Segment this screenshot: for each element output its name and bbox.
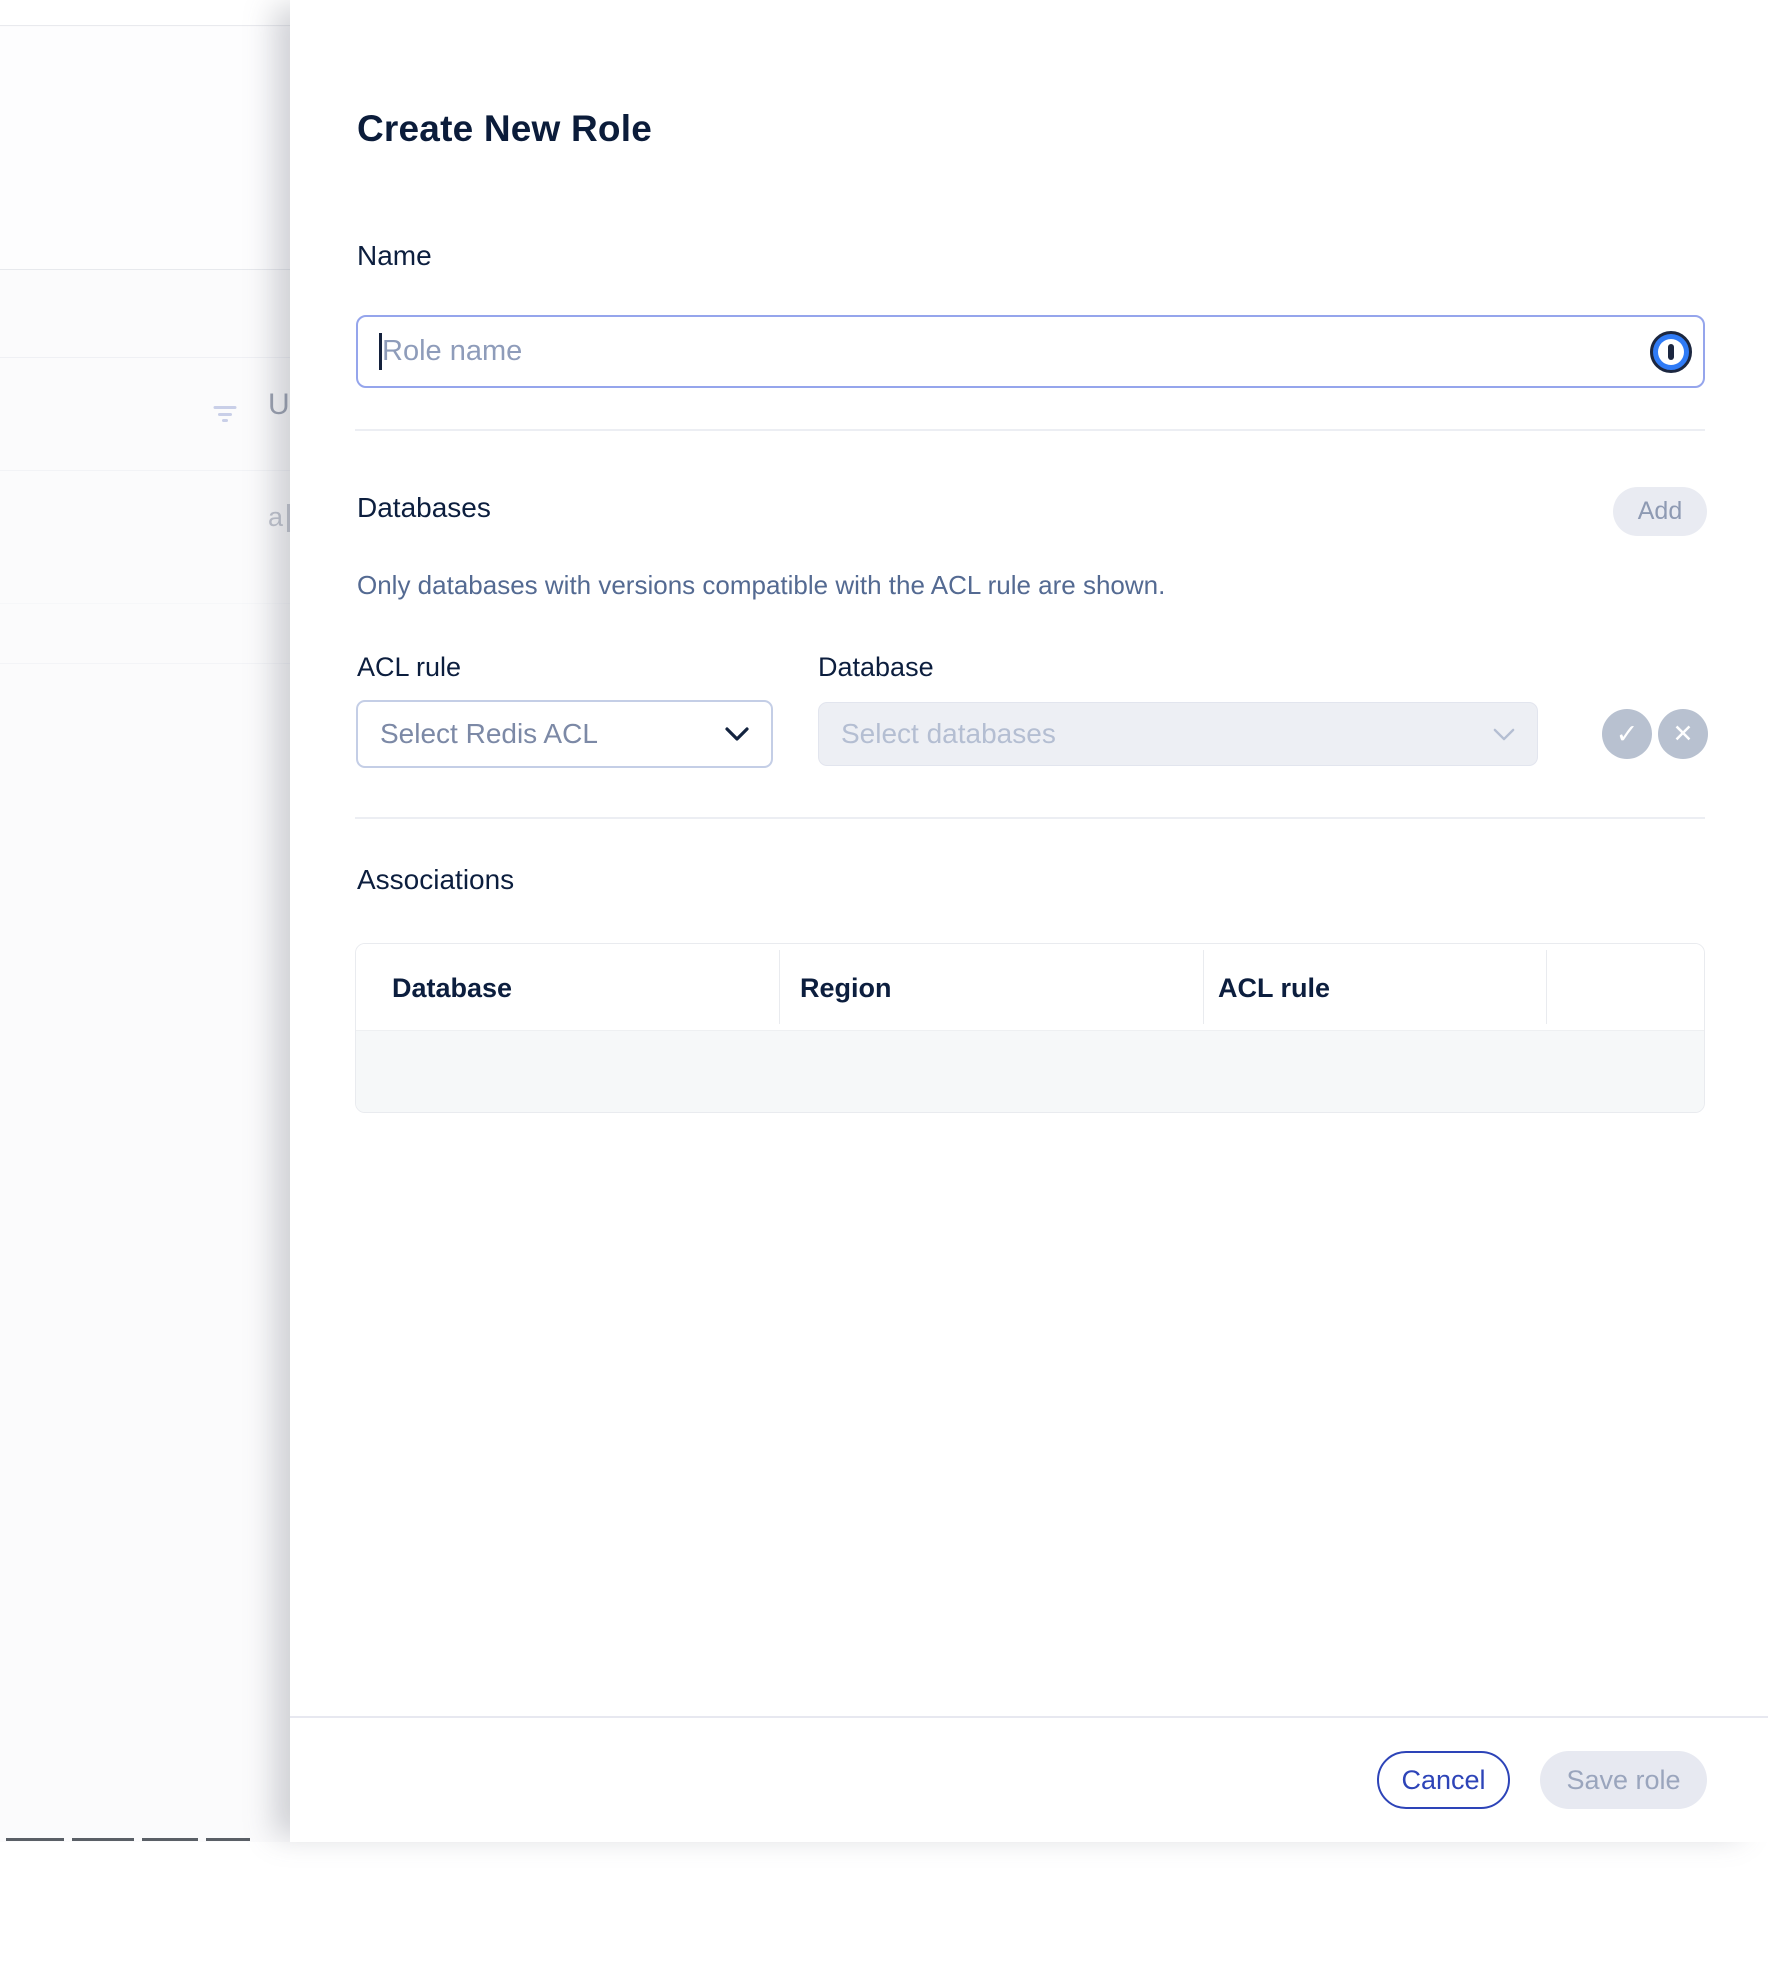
clipped-page-content: [72, 1838, 134, 1841]
save-role-button[interactable]: Save role: [1540, 1751, 1707, 1809]
clipped-page-content: [142, 1838, 198, 1841]
database-select[interactable]: Select databases: [818, 702, 1538, 766]
clipped-page-content: [206, 1838, 250, 1841]
background-row-divider: [0, 470, 290, 471]
chevron-down-icon: [1493, 728, 1515, 741]
associations-section-title: Associations: [357, 864, 514, 896]
associations-table-header: Database Region ACL rule: [356, 944, 1704, 1030]
acl-rule-label: ACL rule: [357, 652, 461, 683]
background-row-divider: [0, 357, 290, 358]
clipped-page-content: [6, 1838, 64, 1841]
create-role-drawer: Create New Role Name Databases Add Only …: [290, 0, 1768, 1842]
background-users-heading: U: [268, 390, 290, 420]
column-separator: [1546, 950, 1547, 1024]
onepassword-icon-keyhole: [1668, 344, 1674, 360]
filter-icon: [213, 406, 236, 422]
confirm-association-button[interactable]: ✓: [1602, 709, 1652, 759]
database-label: Database: [818, 652, 934, 683]
database-select-value: Select databases: [841, 718, 1056, 750]
remove-association-button[interactable]: ✕: [1658, 709, 1708, 759]
background-page: U a: [0, 0, 290, 1842]
background-header-band: [0, 27, 290, 270]
name-label: Name: [357, 240, 432, 272]
databases-note: Only databases with versions compatible …: [357, 570, 1165, 601]
column-header-region: Region: [800, 973, 892, 1004]
background-row-divider: [0, 663, 290, 664]
role-name-input[interactable]: [356, 315, 1705, 388]
column-separator: [779, 950, 780, 1024]
background-row-divider: [0, 603, 290, 604]
background-search-text: a: [268, 504, 283, 531]
section-divider: [355, 817, 1705, 819]
column-header-database: Database: [392, 973, 512, 1004]
column-header-acl-rule: ACL rule: [1218, 973, 1330, 1004]
footer-divider: [290, 1716, 1768, 1718]
acl-rule-select-value: Select Redis ACL: [380, 718, 598, 750]
add-database-button[interactable]: Add: [1613, 487, 1707, 536]
chevron-down-icon: [725, 727, 749, 741]
databases-section-title: Databases: [357, 492, 491, 524]
onepassword-icon[interactable]: [1650, 331, 1692, 373]
background-topbar: [0, 0, 290, 26]
acl-rule-select[interactable]: Select Redis ACL: [356, 700, 773, 768]
section-divider: [355, 429, 1705, 431]
associations-empty-row: [356, 1030, 1705, 1113]
drawer-title: Create New Role: [357, 108, 652, 150]
associations-table: Database Region ACL rule: [355, 943, 1705, 1113]
cancel-button[interactable]: Cancel: [1377, 1751, 1510, 1809]
check-icon: ✓: [1616, 719, 1639, 749]
text-caret: [379, 333, 382, 370]
column-separator: [1203, 950, 1204, 1024]
close-icon: ✕: [1673, 720, 1694, 748]
